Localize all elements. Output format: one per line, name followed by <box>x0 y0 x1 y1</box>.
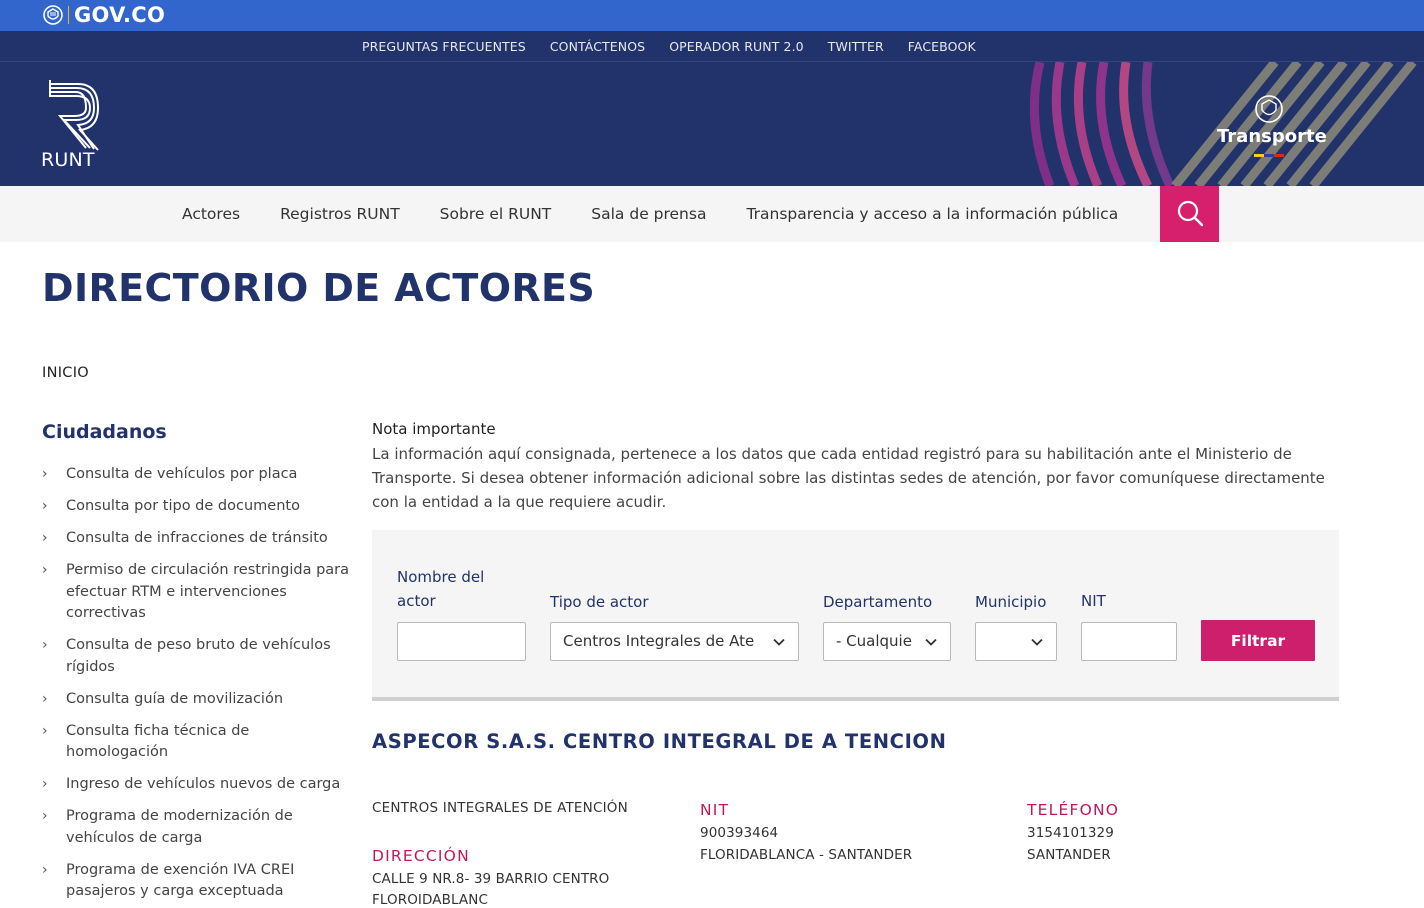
note-title: Nota importante <box>372 420 496 438</box>
runt-logo-text: RUNT <box>41 149 95 171</box>
filter-panel: Nombre del actor Tipo de actor Centros I… <box>372 530 1339 701</box>
search-icon <box>1177 200 1203 227</box>
chevron-right-icon: › <box>42 637 48 653</box>
sidebar-item-ficha-tecnica[interactable]: › Consulta ficha técnica de homologación <box>42 721 352 764</box>
result-location: FLORIDABLANCA - SANTANDER <box>700 847 913 863</box>
sidebar-item-ingreso-carga[interactable]: › Ingreso de vehículos nuevos de carga <box>42 774 352 796</box>
departamento-label: Departamento <box>823 593 933 611</box>
main-nav: Actores Registros RUNT Sobre el RUNT Sal… <box>0 186 1424 242</box>
result-direccion-line1: CALLE 9 NR.8- 39 BARRIO CENTRO <box>372 871 610 887</box>
sidebar-item-infracciones[interactable]: › Consulta de infracciones de tránsito <box>42 528 352 550</box>
util-link-facebook[interactable]: FACEBOOK <box>908 39 976 54</box>
colombia-flag-stripe <box>1254 154 1284 157</box>
chevron-right-icon: › <box>42 776 48 792</box>
sidebar-item-documento[interactable]: › Consulta por tipo de documento <box>42 496 352 518</box>
gov-co-text: GOV.CO <box>74 3 166 27</box>
nav-item-prensa[interactable]: Sala de prensa <box>591 205 706 223</box>
nav-item-actores[interactable]: Actores <box>182 205 240 223</box>
tipo-actor-value: Centros Integrales de Ate <box>563 632 755 650</box>
departamento-value: - Cualquie <box>836 632 912 650</box>
sidebar-item-guia-movilizacion[interactable]: › Consulta guía de movilización <box>42 689 352 711</box>
util-link-operador[interactable]: OPERADOR RUNT 2.0 <box>669 39 804 54</box>
sidebar-item-placa[interactable]: › Consulta de vehículos por placa <box>42 464 352 486</box>
gov-logo-separator <box>68 6 69 24</box>
nav-item-sobre[interactable]: Sobre el RUNT <box>440 205 552 223</box>
sidebar-item-label: Consulta guía de movilización <box>66 690 284 707</box>
tipo-actor-label: Tipo de actor <box>550 593 649 611</box>
nav-item-registros[interactable]: Registros RUNT <box>280 205 400 223</box>
page-title: DIRECTORIO DE ACTORES <box>42 266 596 310</box>
sidebar-item-peso-bruto[interactable]: › Consulta de peso bruto de vehículos ríg… <box>42 635 352 678</box>
chevron-right-icon: › <box>42 690 48 707</box>
sidebar-item-modernizacion[interactable]: › Programa de modernización de vehículos … <box>42 806 352 849</box>
chevron-down-icon <box>1031 638 1043 646</box>
result-departamento: SANTANDER <box>1027 847 1111 863</box>
sidebar-item-label: Consulta de vehículos por placa <box>66 466 298 482</box>
nombre-actor-label: Nombre del actor <box>397 568 485 610</box>
municipio-label: Municipio <box>975 593 1047 611</box>
sidebar-title: Ciudadanos <box>42 421 167 443</box>
util-link-faq[interactable]: PREGUNTAS FRECUENTES <box>362 39 526 54</box>
chevron-right-icon: › <box>42 722 48 739</box>
chevron-right-icon: › <box>42 466 48 482</box>
chevron-right-icon: › <box>42 498 48 514</box>
nit-input[interactable] <box>1081 622 1177 661</box>
sidebar-item-label: Consulta de infracciones de tránsito <box>66 530 328 546</box>
result-actor-type: CENTROS INTEGRALES DE ATENCIÓN <box>372 800 628 816</box>
departamento-select[interactable]: - Cualquie <box>823 622 951 661</box>
chevron-right-icon: › <box>42 861 48 878</box>
search-button[interactable] <box>1160 186 1219 242</box>
breadcrumb-home[interactable]: INICIO <box>42 365 89 381</box>
gov-co-logo[interactable]: GOV.CO <box>42 3 165 27</box>
colombia-shield-icon <box>43 5 63 25</box>
sidebar-item-label: Ingreso de vehículos nuevos de carga <box>66 776 341 792</box>
ministry-logo-text[interactable]: Transporte <box>1217 126 1327 147</box>
sidebar-item-label: Programa de exención IVA CREI pasajeros … <box>66 861 295 900</box>
municipio-select[interactable] <box>975 622 1057 661</box>
note-text: La información aquí consignada, pertenec… <box>372 445 1325 511</box>
tipo-actor-select[interactable]: Centros Integrales de Ate <box>550 622 799 661</box>
sidebar-item-label: Consulta por tipo de documento <box>66 498 300 514</box>
nombre-actor-input[interactable] <box>397 622 526 661</box>
result-telefono-value: 3154101329 <box>1027 825 1114 841</box>
nav-item-transparencia[interactable]: Transparencia y acceso a la información … <box>746 205 1118 223</box>
chevron-down-icon <box>773 638 785 646</box>
ministry-shield-icon <box>1255 95 1283 123</box>
result-nit-label: NIT <box>700 801 730 819</box>
util-link-contact[interactable]: CONTÁCTENOS <box>550 39 645 54</box>
chevron-right-icon: › <box>42 808 48 824</box>
filter-button[interactable]: Filtrar <box>1201 620 1315 661</box>
sidebar-item-label: Permiso de circulación restringida para … <box>66 562 350 621</box>
result-nit-value: 900393464 <box>700 825 779 841</box>
sidebar-item-permiso-circulacion[interactable]: › Permiso de circulación restringida para… <box>42 560 352 625</box>
result-direccion-label: DIRECCIÓN <box>372 847 470 865</box>
chevron-right-icon: › <box>42 530 48 546</box>
result-direccion-line2: FLOROIDABLANC <box>372 892 488 908</box>
result-actor-name: ASPECOR S.A.S. CENTRO INTEGRAL DE A TENC… <box>372 730 947 753</box>
site-header: RUNT Transporte <box>0 62 1424 186</box>
chevron-down-icon <box>925 638 937 646</box>
sidebar-menu: › Consulta de vehículos por placa › Consul… <box>42 464 352 908</box>
gov-co-bar: GOV.CO <box>0 0 1424 31</box>
nit-label: NIT <box>1081 592 1106 610</box>
header-decoration <box>1030 62 1417 186</box>
sidebar-item-label: Programa de modernización de vehículos d… <box>66 808 293 846</box>
result-telefono-label: TELÉFONO <box>1027 801 1120 819</box>
util-link-twitter[interactable]: TWITTER <box>828 39 884 54</box>
sidebar-item-label: Consulta de peso bruto de vehículos rígi… <box>66 637 331 675</box>
sidebar-item-exencion-iva[interactable]: › Programa de exención IVA CREI pasajeros… <box>42 860 352 903</box>
sidebar-item-label: Consulta ficha técnica de homologación <box>66 722 250 761</box>
chevron-right-icon: › <box>42 562 48 578</box>
utility-nav: PREGUNTAS FRECUENTES CONTÁCTENOS OPERADO… <box>0 31 1424 62</box>
